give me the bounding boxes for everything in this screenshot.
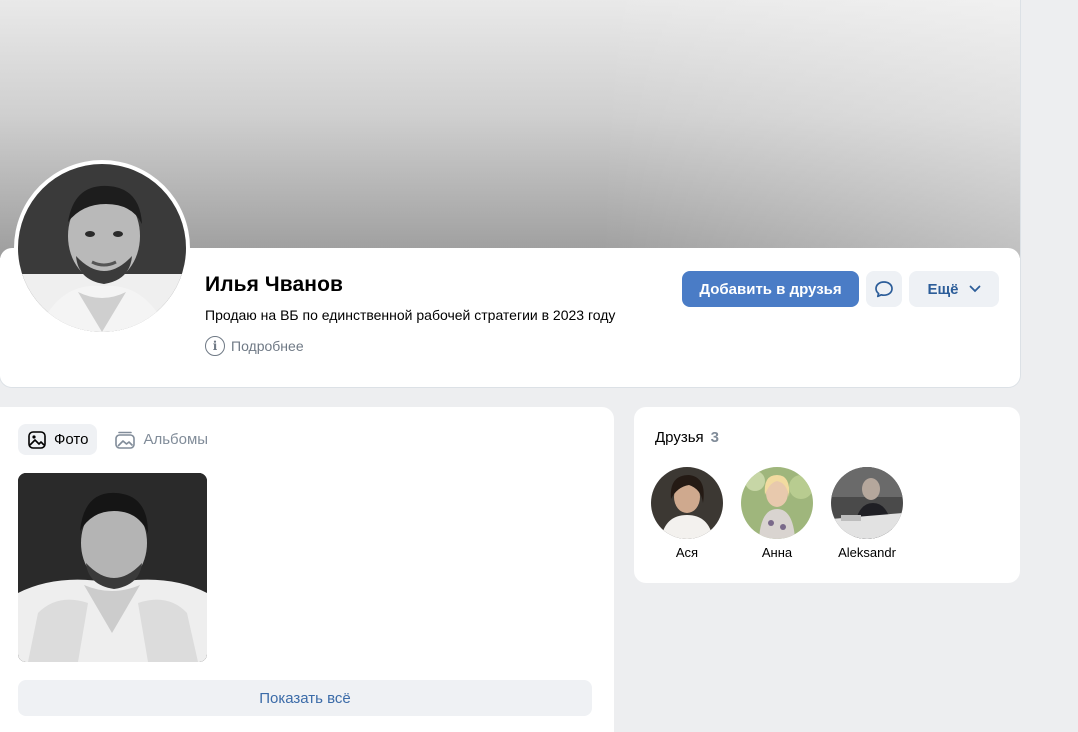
friend-avatar (651, 467, 723, 539)
friend-item[interactable]: Aleksandr (827, 467, 907, 560)
friend-avatar (831, 467, 903, 539)
profile-page: Илья Чванов Продаю на ВБ по единственной… (0, 0, 1078, 732)
friends-count: 3 (710, 429, 719, 446)
album-icon (115, 431, 136, 449)
friend-name: Ася (675, 545, 699, 560)
photo-icon (28, 430, 46, 449)
chevron-down-icon (969, 285, 980, 293)
photos-section: Фото Альбомы Показать всё (0, 407, 614, 732)
tab-photos-label: Фото (54, 431, 89, 448)
profile-name: Илья Чванов (205, 273, 344, 296)
message-icon (875, 281, 893, 298)
friend-name: Aleksandr (838, 545, 896, 560)
profile-avatar-image (18, 164, 186, 332)
info-icon: i (205, 336, 225, 356)
friends-title: Друзья (655, 429, 704, 446)
more-button-label: Ещё (927, 280, 959, 298)
photo-image (18, 473, 207, 662)
friend-avatar (741, 467, 813, 539)
more-info-link[interactable]: i Подробнее (205, 336, 304, 356)
photo-thumbnail[interactable] (18, 473, 207, 662)
friend-item[interactable]: Анна (737, 467, 817, 560)
friends-section: Друзья 3 Ася Анна Aleksandr (634, 407, 1020, 583)
more-info-label: Подробнее (231, 338, 304, 354)
photos-tabs: Фото Альбомы (18, 424, 217, 455)
add-friend-button[interactable]: Добавить в друзья (682, 271, 859, 307)
show-all-button[interactable]: Показать всё (18, 680, 592, 716)
tab-albums-label: Альбомы (143, 431, 209, 448)
friends-header[interactable]: Друзья 3 (655, 429, 719, 446)
profile-status: Продаю на ВБ по единственной рабочей стр… (205, 307, 616, 323)
message-button[interactable] (866, 271, 902, 307)
tab-albums[interactable]: Альбомы (105, 424, 217, 455)
friend-item[interactable]: Ася (647, 467, 727, 560)
profile-avatar[interactable] (14, 160, 190, 336)
friend-name: Анна (761, 545, 793, 560)
more-button[interactable]: Ещё (909, 271, 999, 307)
tab-photos[interactable]: Фото (18, 424, 98, 455)
